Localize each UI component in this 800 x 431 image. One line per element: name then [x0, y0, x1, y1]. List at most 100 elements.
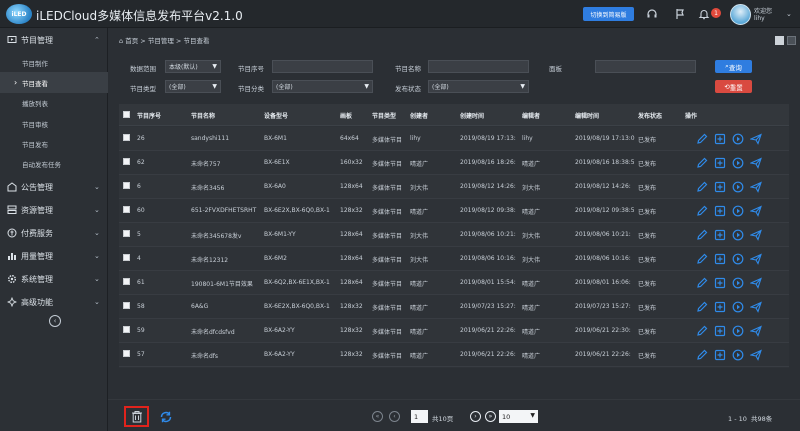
- edit-icon[interactable]: [695, 300, 708, 313]
- table-row[interactable]: 5 未命名345678发v BX-6M1-YY 128x64 多媒体节目 刘大伟 2019/…: [119, 223, 789, 247]
- column-header[interactable]: 设备型号: [264, 111, 288, 120]
- row-checkbox[interactable]: [123, 278, 130, 285]
- sidebar-collapse-button[interactable]: ‹: [49, 315, 61, 327]
- last-page-button[interactable]: »: [485, 411, 496, 422]
- table-row[interactable]: 57 未命名dfs BX-6A2-YY 128x32 多媒体节目 晴道广 2019/06/2…: [119, 343, 789, 367]
- row-checkbox[interactable]: [123, 254, 130, 261]
- column-header[interactable]: 编辑时间: [575, 111, 599, 120]
- board-input[interactable]: [595, 60, 696, 73]
- table-row[interactable]: 26 sandyshi111 BX-6M1 64x64 多媒体节目 lihy 2019/08…: [119, 127, 789, 151]
- switch-simple-mode-button[interactable]: 切换到简易版: [583, 7, 634, 21]
- table-row[interactable]: 62 未命名757 BX-6E1X 160x32 多媒体节目 晴道广 2019/08/16 …: [119, 151, 789, 175]
- layout-dark-toggle[interactable]: [787, 36, 796, 45]
- sidebar-group-usage[interactable]: 用量管理 ⌄: [0, 245, 108, 267]
- edit-icon[interactable]: [695, 132, 708, 145]
- row-checkbox[interactable]: [123, 206, 130, 213]
- table-row[interactable]: 6 未命名3456 BX-6A0 128x64 多媒体节目 刘大伟 2019/08/12 1…: [119, 175, 789, 199]
- publish-icon[interactable]: [749, 324, 762, 337]
- next-page-button[interactable]: ›: [470, 411, 481, 422]
- refresh-button[interactable]: [158, 409, 173, 424]
- edit-icon[interactable]: [695, 228, 708, 241]
- table-row[interactable]: 59 未命名dfcdsfvd BX-6A2-YY 128x32 多媒体节目 晴道广 2019…: [119, 319, 789, 343]
- publish-icon[interactable]: [749, 252, 762, 265]
- sidebar-item-program-publish[interactable]: 节目发布: [0, 133, 108, 154]
- publish-icon[interactable]: [749, 228, 762, 241]
- program-category-select[interactable]: (全部) ▼: [272, 80, 373, 93]
- preview-icon[interactable]: [731, 252, 744, 265]
- edit-icon[interactable]: [695, 204, 708, 217]
- table-row[interactable]: 60 651-2FVXDFHETSRHT BX-6E2X,BX-6Q0,BX-1 12…: [119, 199, 789, 223]
- layout-light-toggle[interactable]: [775, 36, 784, 45]
- preview-icon[interactable]: [731, 300, 744, 313]
- table-row[interactable]: 4 未命名12312 BX-6M2 128x64 多媒体节目 刘大伟 2019/08/06 …: [119, 247, 789, 271]
- publish-icon[interactable]: [749, 180, 762, 193]
- preview-icon[interactable]: [731, 348, 744, 361]
- table-row[interactable]: 61 190801-6M1节目效果 BX-6Q2,BX-6E1X,BX-1 128x6…: [119, 271, 789, 295]
- row-checkbox[interactable]: [123, 158, 130, 165]
- publish-icon[interactable]: [749, 300, 762, 313]
- row-checkbox[interactable]: [123, 326, 130, 333]
- program-no-input[interactable]: [272, 60, 373, 73]
- query-button[interactable]: ⌕ 查询: [715, 60, 752, 73]
- edit-icon[interactable]: [695, 348, 708, 361]
- page-size-select[interactable]: 10 ▼: [499, 410, 538, 423]
- sidebar-item-auto-publish[interactable]: 自动发布任务: [0, 153, 108, 174]
- table-row[interactable]: 58 6A&G BX-6E2X,BX-6Q0,BX-1 128x32 多媒体节目 晴道广 2…: [119, 295, 789, 319]
- preview-icon[interactable]: [731, 204, 744, 217]
- delete-button[interactable]: [124, 406, 149, 427]
- edit-icon[interactable]: [695, 276, 708, 289]
- preview-icon[interactable]: [731, 132, 744, 145]
- edit-icon[interactable]: [695, 156, 708, 169]
- column-header[interactable]: 节目类型: [372, 111, 396, 120]
- sidebar-item-program-view[interactable]: 节目查看: [0, 72, 108, 93]
- copy-icon[interactable]: [713, 180, 726, 193]
- headset-icon[interactable]: [645, 7, 659, 21]
- copy-icon[interactable]: [713, 300, 726, 313]
- chevron-down-icon[interactable]: ⌄: [786, 10, 792, 18]
- row-checkbox[interactable]: [123, 230, 130, 237]
- home-icon[interactable]: ⌂: [119, 37, 123, 45]
- publish-icon[interactable]: [749, 132, 762, 145]
- sidebar-group-advanced[interactable]: 高级功能 ⌄: [0, 291, 108, 313]
- column-header[interactable]: 画板: [340, 111, 352, 120]
- reset-button[interactable]: ⟲ 重置: [715, 80, 752, 93]
- publish-icon[interactable]: [749, 204, 762, 217]
- column-header[interactable]: 节目名称: [191, 111, 215, 120]
- sidebar-item-playlist[interactable]: 播放列表: [0, 92, 108, 113]
- publish-icon[interactable]: [749, 276, 762, 289]
- publish-icon[interactable]: [749, 156, 762, 169]
- preview-icon[interactable]: [731, 180, 744, 193]
- flag-icon[interactable]: [673, 7, 687, 21]
- breadcrumb-home[interactable]: 首页: [125, 37, 138, 45]
- select-all-checkbox[interactable]: [123, 111, 130, 118]
- row-checkbox[interactable]: [123, 350, 130, 357]
- sidebar-item-program-review[interactable]: 节目审核: [0, 113, 108, 134]
- scope-select[interactable]: 本级(默认) ▼: [165, 60, 221, 73]
- copy-icon[interactable]: [713, 204, 726, 217]
- program-name-input[interactable]: [428, 60, 529, 73]
- copy-icon[interactable]: [713, 348, 726, 361]
- page-number-input[interactable]: 1: [411, 410, 428, 423]
- publish-status-select[interactable]: (全部) ▼: [428, 80, 529, 93]
- column-header[interactable]: 编辑者: [522, 111, 540, 120]
- edit-icon[interactable]: [695, 324, 708, 337]
- sidebar-group-resource[interactable]: 资源管理 ⌄: [0, 199, 108, 221]
- sidebar-item-program-create[interactable]: 节目制作: [0, 52, 108, 73]
- prev-page-button[interactable]: ‹: [389, 411, 400, 422]
- breadcrumb-program-management[interactable]: 节目管理: [148, 37, 174, 45]
- preview-icon[interactable]: [731, 276, 744, 289]
- publish-icon[interactable]: [749, 348, 762, 361]
- copy-icon[interactable]: [713, 324, 726, 337]
- sidebar-group-program[interactable]: 节目管理 ⌃: [0, 29, 108, 51]
- row-checkbox[interactable]: [123, 134, 130, 141]
- column-header[interactable]: 创建时间: [460, 111, 484, 120]
- program-type-select[interactable]: (全部) ▼: [165, 80, 221, 93]
- column-header[interactable]: 节目序号: [137, 111, 161, 120]
- first-page-button[interactable]: «: [372, 411, 383, 422]
- bell-icon[interactable]: [697, 7, 711, 21]
- edit-icon[interactable]: [695, 180, 708, 193]
- sidebar-group-system[interactable]: 系统管理 ⌄: [0, 268, 108, 290]
- user-avatar[interactable]: [730, 4, 751, 25]
- user-name[interactable]: lihy: [754, 15, 765, 22]
- row-checkbox[interactable]: [123, 302, 130, 309]
